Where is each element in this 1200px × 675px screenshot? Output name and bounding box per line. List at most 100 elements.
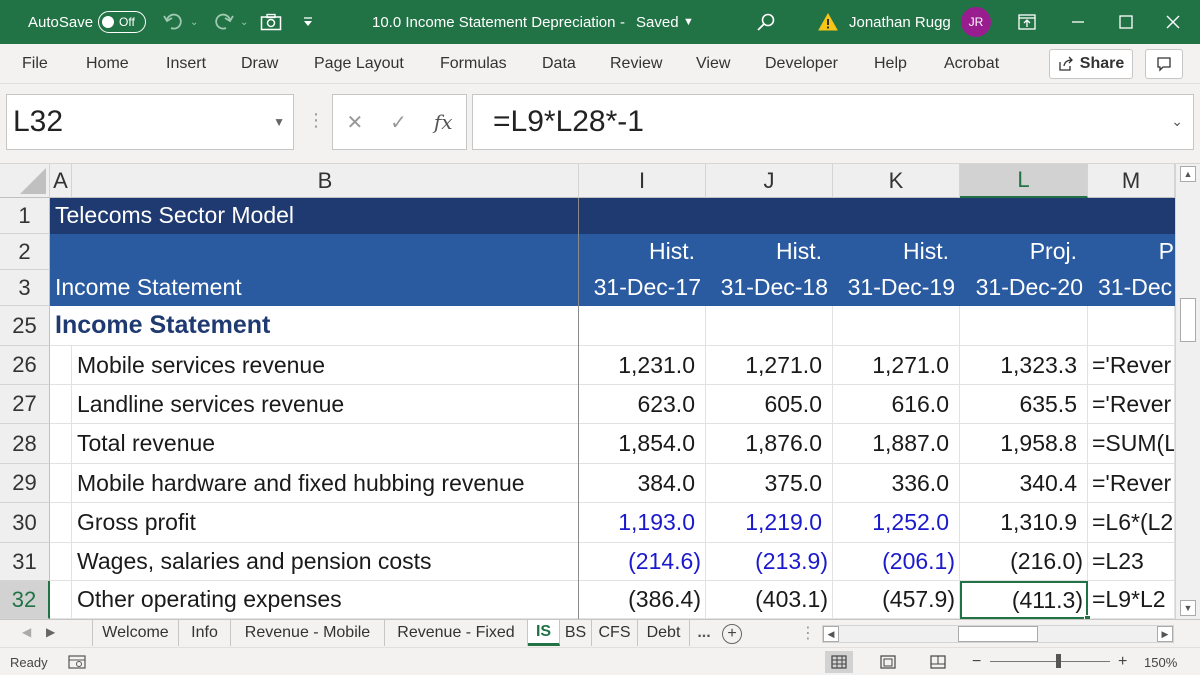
cell-m26[interactable]: ='Rever xyxy=(1088,346,1175,385)
page-layout-view-icon[interactable] xyxy=(874,651,902,673)
row-header-30[interactable]: 30 xyxy=(0,503,50,543)
avatar[interactable]: JR xyxy=(961,7,991,37)
column-header-a[interactable]: A xyxy=(50,164,72,198)
sheet-tab-debt[interactable]: Debt xyxy=(638,620,690,646)
tab-formulas[interactable]: Formulas xyxy=(440,44,507,84)
user-name[interactable]: Jonathan Rugg xyxy=(849,0,951,44)
page-break-view-icon[interactable] xyxy=(924,651,952,673)
cell-m3[interactable]: 31-Dec xyxy=(1088,270,1175,306)
cell-l3[interactable]: 31-Dec-20 xyxy=(960,270,1088,306)
formula-bar-resize-handle-icon[interactable]: ⋮ xyxy=(307,110,325,131)
cell-l25[interactable] xyxy=(960,306,1088,346)
cell-k3[interactable]: 31-Dec-19 xyxy=(833,270,960,306)
cell-j30[interactable]: 1,219.0 xyxy=(706,503,833,543)
cell-statement-heading[interactable]: Income Statement xyxy=(50,270,579,306)
cell-a32[interactable] xyxy=(50,581,72,619)
cell-i31[interactable]: (214.6) xyxy=(579,543,706,581)
cell-m28[interactable]: =SUM(L xyxy=(1088,424,1175,464)
cell-b2[interactable] xyxy=(50,234,579,270)
tab-data[interactable]: Data xyxy=(542,44,576,84)
row-header-31[interactable]: 31 xyxy=(0,543,50,581)
horizontal-scroll-thumb[interactable] xyxy=(958,626,1038,642)
column-header-i[interactable]: I xyxy=(579,164,706,198)
zoom-level[interactable]: 150% xyxy=(1144,648,1177,675)
minimize-icon[interactable] xyxy=(1071,0,1085,44)
vertical-scrollbar[interactable]: ▲ ▼ xyxy=(1175,164,1200,619)
select-all-corner[interactable] xyxy=(0,164,50,198)
zoom-slider-track[interactable] xyxy=(990,661,1110,662)
add-sheet-icon[interactable]: + xyxy=(722,624,742,644)
sheet-tab-cfs[interactable]: CFS xyxy=(592,620,638,646)
document-title[interactable]: 10.0 Income Statement Depreciation xyxy=(372,0,615,44)
cell-k31[interactable]: (206.1) xyxy=(833,543,960,581)
cell-m32[interactable]: =L9*L2 xyxy=(1088,581,1175,619)
cell-m2[interactable]: P xyxy=(1088,234,1175,270)
sheet-tab-revenue-mobile[interactable]: Revenue - Mobile xyxy=(231,620,385,646)
cell-l29[interactable]: 340.4 xyxy=(960,464,1088,503)
vertical-scroll-thumb[interactable] xyxy=(1180,298,1196,342)
tab-view[interactable]: View xyxy=(696,44,730,84)
tab-split-handle-icon[interactable]: ⋮ xyxy=(800,623,816,643)
cell-a29[interactable] xyxy=(50,464,72,503)
cell-a27[interactable] xyxy=(50,385,72,424)
cell-l26[interactable]: 1,323.3 xyxy=(960,346,1088,385)
cancel-icon[interactable]: ✕ xyxy=(346,110,363,135)
autosave-toggle[interactable]: Off xyxy=(98,11,146,33)
row-header-3[interactable]: 3 xyxy=(0,270,50,306)
tab-draw[interactable]: Draw xyxy=(241,44,278,84)
tab-acrobat[interactable]: Acrobat xyxy=(944,44,999,84)
row-header-2[interactable]: 2 xyxy=(0,234,50,270)
more-sheets-button[interactable]: ... xyxy=(690,620,718,646)
cell-i27[interactable]: 623.0 xyxy=(579,385,706,424)
accessibility-icon[interactable] xyxy=(68,648,86,675)
column-header-m[interactable]: M xyxy=(1088,164,1175,198)
search-icon[interactable] xyxy=(756,0,776,44)
cell-j3[interactable]: 31-Dec-18 xyxy=(706,270,833,306)
cell-section-title[interactable]: Income Statement xyxy=(50,306,579,346)
close-icon[interactable] xyxy=(1166,0,1180,44)
comments-button[interactable] xyxy=(1145,49,1183,79)
tab-page-layout[interactable]: Page Layout xyxy=(314,44,404,84)
scroll-up-icon[interactable]: ▲ xyxy=(1180,166,1196,182)
column-header-l[interactable]: L xyxy=(960,164,1088,198)
cell-label-wages[interactable]: Wages, salaries and pension costs xyxy=(72,543,579,581)
formula-input[interactable]: =L9*L28*-1 ⌄ xyxy=(472,94,1194,150)
cell-model-title[interactable]: Telecoms Sector Model xyxy=(50,198,579,234)
cell-k2[interactable]: Hist. xyxy=(833,234,960,270)
ribbon-display-icon[interactable] xyxy=(1018,0,1036,44)
cell-j27[interactable]: 605.0 xyxy=(706,385,833,424)
cell-k28[interactable]: 1,887.0 xyxy=(833,424,960,464)
undo-icon[interactable] xyxy=(163,0,185,44)
row-header-27[interactable]: 27 xyxy=(0,385,50,424)
cell-i26[interactable]: 1,231.0 xyxy=(579,346,706,385)
cell-k29[interactable]: 336.0 xyxy=(833,464,960,503)
name-box-dropdown-icon[interactable]: ▼ xyxy=(273,115,285,129)
zoom-out-icon[interactable]: − xyxy=(972,648,981,675)
cell-m30[interactable]: =L6*(L2 xyxy=(1088,503,1175,543)
cell-label-total-revenue[interactable]: Total revenue xyxy=(72,424,579,464)
expand-formula-bar-icon[interactable]: ⌄ xyxy=(1171,113,1183,130)
redo-dropdown-icon[interactable]: ⌄ xyxy=(240,0,248,44)
cell-j29[interactable]: 375.0 xyxy=(706,464,833,503)
sheet-tab-revenue-fixed[interactable]: Revenue - Fixed xyxy=(385,620,528,646)
cell-j28[interactable]: 1,876.0 xyxy=(706,424,833,464)
title-dropdown-icon[interactable]: ▼ xyxy=(683,0,694,44)
undo-dropdown-icon[interactable]: ⌄ xyxy=(190,0,198,44)
cell-i32[interactable]: (386.4) xyxy=(579,581,706,619)
sheet-tab-info[interactable]: Info xyxy=(179,620,231,646)
cell-m31[interactable]: =L23 xyxy=(1088,543,1175,581)
cell-i2[interactable]: Hist. xyxy=(579,234,706,270)
row-header-25[interactable]: 25 xyxy=(0,306,50,346)
tab-home[interactable]: Home xyxy=(86,44,129,84)
cell-l2[interactable]: Proj. xyxy=(960,234,1088,270)
warning-icon[interactable] xyxy=(818,0,838,44)
cell-i3[interactable]: 31-Dec-17 xyxy=(579,270,706,306)
enter-icon[interactable]: ✓ xyxy=(390,110,407,135)
cell-j26[interactable]: 1,271.0 xyxy=(706,346,833,385)
tab-file[interactable]: File xyxy=(22,44,48,84)
cell-m27[interactable]: ='Rever xyxy=(1088,385,1175,424)
row-header-29[interactable]: 29 xyxy=(0,464,50,503)
zoom-in-icon[interactable]: + xyxy=(1118,648,1127,675)
cell-m25[interactable] xyxy=(1088,306,1175,346)
cell-label-mobile-services[interactable]: Mobile services revenue xyxy=(72,346,579,385)
